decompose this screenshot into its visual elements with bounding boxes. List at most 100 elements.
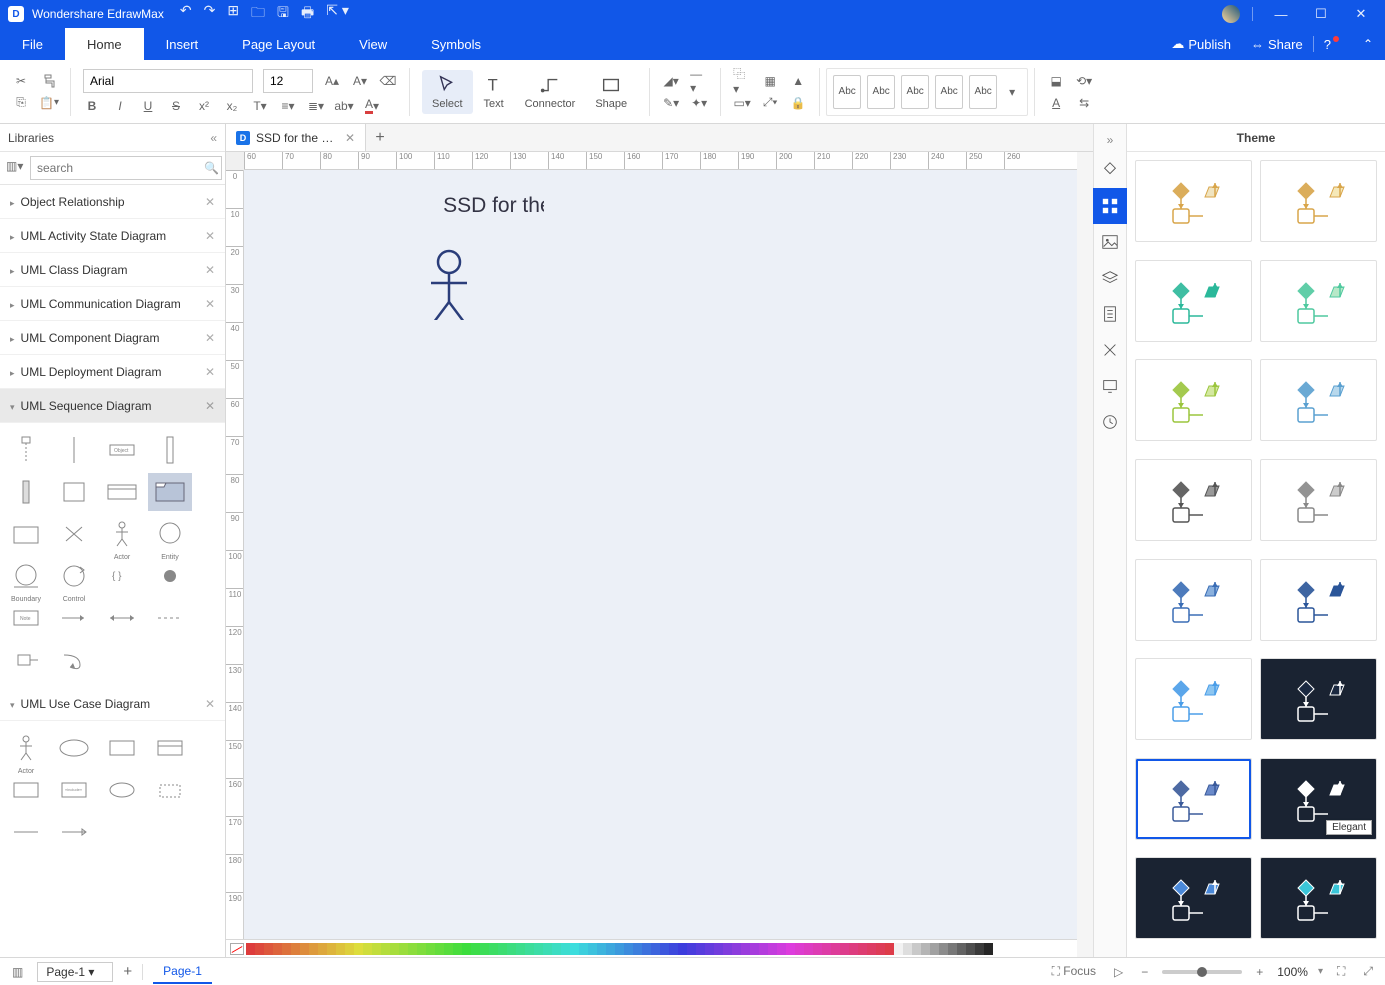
shape-item[interactable]: [4, 473, 48, 511]
color-swatch[interactable]: [336, 943, 345, 955]
color-swatch[interactable]: [849, 943, 858, 955]
export-icon[interactable]: ⇱ ▾: [326, 2, 349, 26]
color-swatch[interactable]: [453, 943, 462, 955]
color-swatch[interactable]: [696, 943, 705, 955]
color-swatch[interactable]: [570, 943, 579, 955]
add-page-button[interactable]: +: [123, 963, 132, 980]
color-swatch[interactable]: [624, 943, 633, 955]
shape-item[interactable]: [100, 473, 144, 511]
redo-icon[interactable]: ↷: [204, 2, 216, 26]
text-tool[interactable]: TText: [473, 70, 515, 114]
history-panel-icon[interactable]: [1093, 404, 1127, 440]
color-swatch[interactable]: [939, 943, 948, 955]
color-swatch[interactable]: [498, 943, 507, 955]
shape-item[interactable]: Actor: [4, 729, 48, 767]
color-swatch[interactable]: [534, 943, 543, 955]
shape-item[interactable]: [52, 473, 96, 511]
font-style-icon[interactable]: A: [1047, 94, 1065, 112]
color-swatch[interactable]: [381, 943, 390, 955]
theme-card[interactable]: Elegant: [1260, 758, 1377, 840]
color-swatch[interactable]: [912, 943, 921, 955]
shape-item[interactable]: [148, 771, 192, 809]
shape-item[interactable]: [148, 557, 192, 595]
new-icon[interactable]: ⊞: [227, 2, 239, 26]
page-combo[interactable]: Page-1 ▾: [37, 962, 113, 982]
close-category-icon[interactable]: ✕: [205, 263, 215, 277]
color-swatch[interactable]: [273, 943, 282, 955]
shape-item[interactable]: [52, 431, 96, 469]
highlight-icon[interactable]: ab▾: [335, 97, 353, 115]
text-case-icon[interactable]: T▾: [251, 97, 269, 115]
font-family-combo[interactable]: [83, 69, 253, 93]
color-swatch[interactable]: [660, 943, 669, 955]
color-swatch[interactable]: [975, 943, 984, 955]
line-color-icon[interactable]: ✎▾: [662, 94, 680, 112]
color-swatch[interactable]: [840, 943, 849, 955]
color-swatch[interactable]: [462, 943, 471, 955]
category-uml-class-diagram[interactable]: ▸UML Class Diagram✕: [0, 253, 225, 287]
rotate-icon[interactable]: ⟲▾: [1075, 72, 1093, 90]
format-painter-icon[interactable]: [40, 72, 58, 90]
color-swatch[interactable]: [705, 943, 714, 955]
copy-icon[interactable]: ⎘: [12, 94, 30, 112]
style-swatch[interactable]: Abc: [969, 75, 997, 109]
zoom-in-button[interactable]: +: [1252, 965, 1267, 979]
distribute-icon[interactable]: ▲: [789, 72, 807, 90]
close-category-icon[interactable]: ✕: [205, 297, 215, 311]
vertical-scrollbar[interactable]: [1077, 152, 1093, 957]
play-icon[interactable]: ▷: [1110, 965, 1127, 979]
arrange-icon[interactable]: ▭▾: [733, 94, 751, 112]
color-swatch[interactable]: [597, 943, 606, 955]
color-swatch[interactable]: [363, 943, 372, 955]
close-category-icon[interactable]: ✕: [205, 365, 215, 379]
strike-icon[interactable]: S: [167, 97, 185, 115]
color-swatch[interactable]: [480, 943, 489, 955]
category-uml-use-case-diagram[interactable]: ▾UML Use Case Diagram✕: [0, 687, 225, 721]
avatar[interactable]: [1222, 5, 1240, 23]
color-swatch[interactable]: [876, 943, 885, 955]
theme-card[interactable]: [1135, 857, 1252, 939]
shapes-dropdown-icon[interactable]: ▥▾: [6, 159, 24, 177]
color-swatch[interactable]: [687, 943, 696, 955]
present-panel-icon[interactable]: [1093, 368, 1127, 404]
menu-tab-page-layout[interactable]: Page Layout: [220, 28, 337, 60]
paste-icon[interactable]: 📋▾: [40, 94, 58, 112]
shape-item[interactable]: [148, 729, 192, 767]
color-swatch[interactable]: [255, 943, 264, 955]
shape-item[interactable]: [4, 515, 48, 553]
color-swatch[interactable]: [750, 943, 759, 955]
shape-item[interactable]: [52, 729, 96, 767]
shape-item[interactable]: Object: [100, 431, 144, 469]
shape-item[interactable]: Note: [4, 599, 48, 637]
style-swatch[interactable]: Abc: [935, 75, 963, 109]
category-uml-sequence-diagram[interactable]: ▾UML Sequence Diagram✕: [0, 389, 225, 423]
category-uml-deployment-diagram[interactable]: ▸UML Deployment Diagram✕: [0, 355, 225, 389]
color-swatch[interactable]: [282, 943, 291, 955]
font-color-icon[interactable]: A▾: [363, 97, 381, 115]
help-button[interactable]: ?: [1314, 28, 1351, 60]
underline-icon[interactable]: U: [139, 97, 157, 115]
color-swatch[interactable]: [813, 943, 822, 955]
color-swatch[interactable]: [885, 943, 894, 955]
publish-button[interactable]: ☁Publish: [1161, 28, 1241, 60]
color-swatch[interactable]: [552, 943, 561, 955]
close-category-icon[interactable]: ✕: [205, 697, 215, 711]
color-swatch[interactable]: [768, 943, 777, 955]
color-swatch[interactable]: [246, 943, 255, 955]
category-object-relationship[interactable]: ▸Object Relationship✕: [0, 185, 225, 219]
no-color-swatch[interactable]: [230, 943, 244, 955]
theme-card[interactable]: [1260, 359, 1377, 441]
theme-card[interactable]: [1135, 459, 1252, 541]
color-swatch[interactable]: [714, 943, 723, 955]
color-swatch[interactable]: [831, 943, 840, 955]
position-icon[interactable]: ⬓: [1047, 72, 1065, 90]
open-icon[interactable]: 🗀: [251, 2, 265, 26]
color-swatch[interactable]: [606, 943, 615, 955]
align-icon[interactable]: ▦: [761, 72, 779, 90]
menu-tab-symbols[interactable]: Symbols: [409, 28, 503, 60]
color-swatch[interactable]: [588, 943, 597, 955]
shape-item[interactable]: { }: [100, 557, 144, 595]
color-swatch[interactable]: [759, 943, 768, 955]
increase-font-icon[interactable]: A▴: [323, 72, 341, 90]
theme-card[interactable]: [1260, 857, 1377, 939]
